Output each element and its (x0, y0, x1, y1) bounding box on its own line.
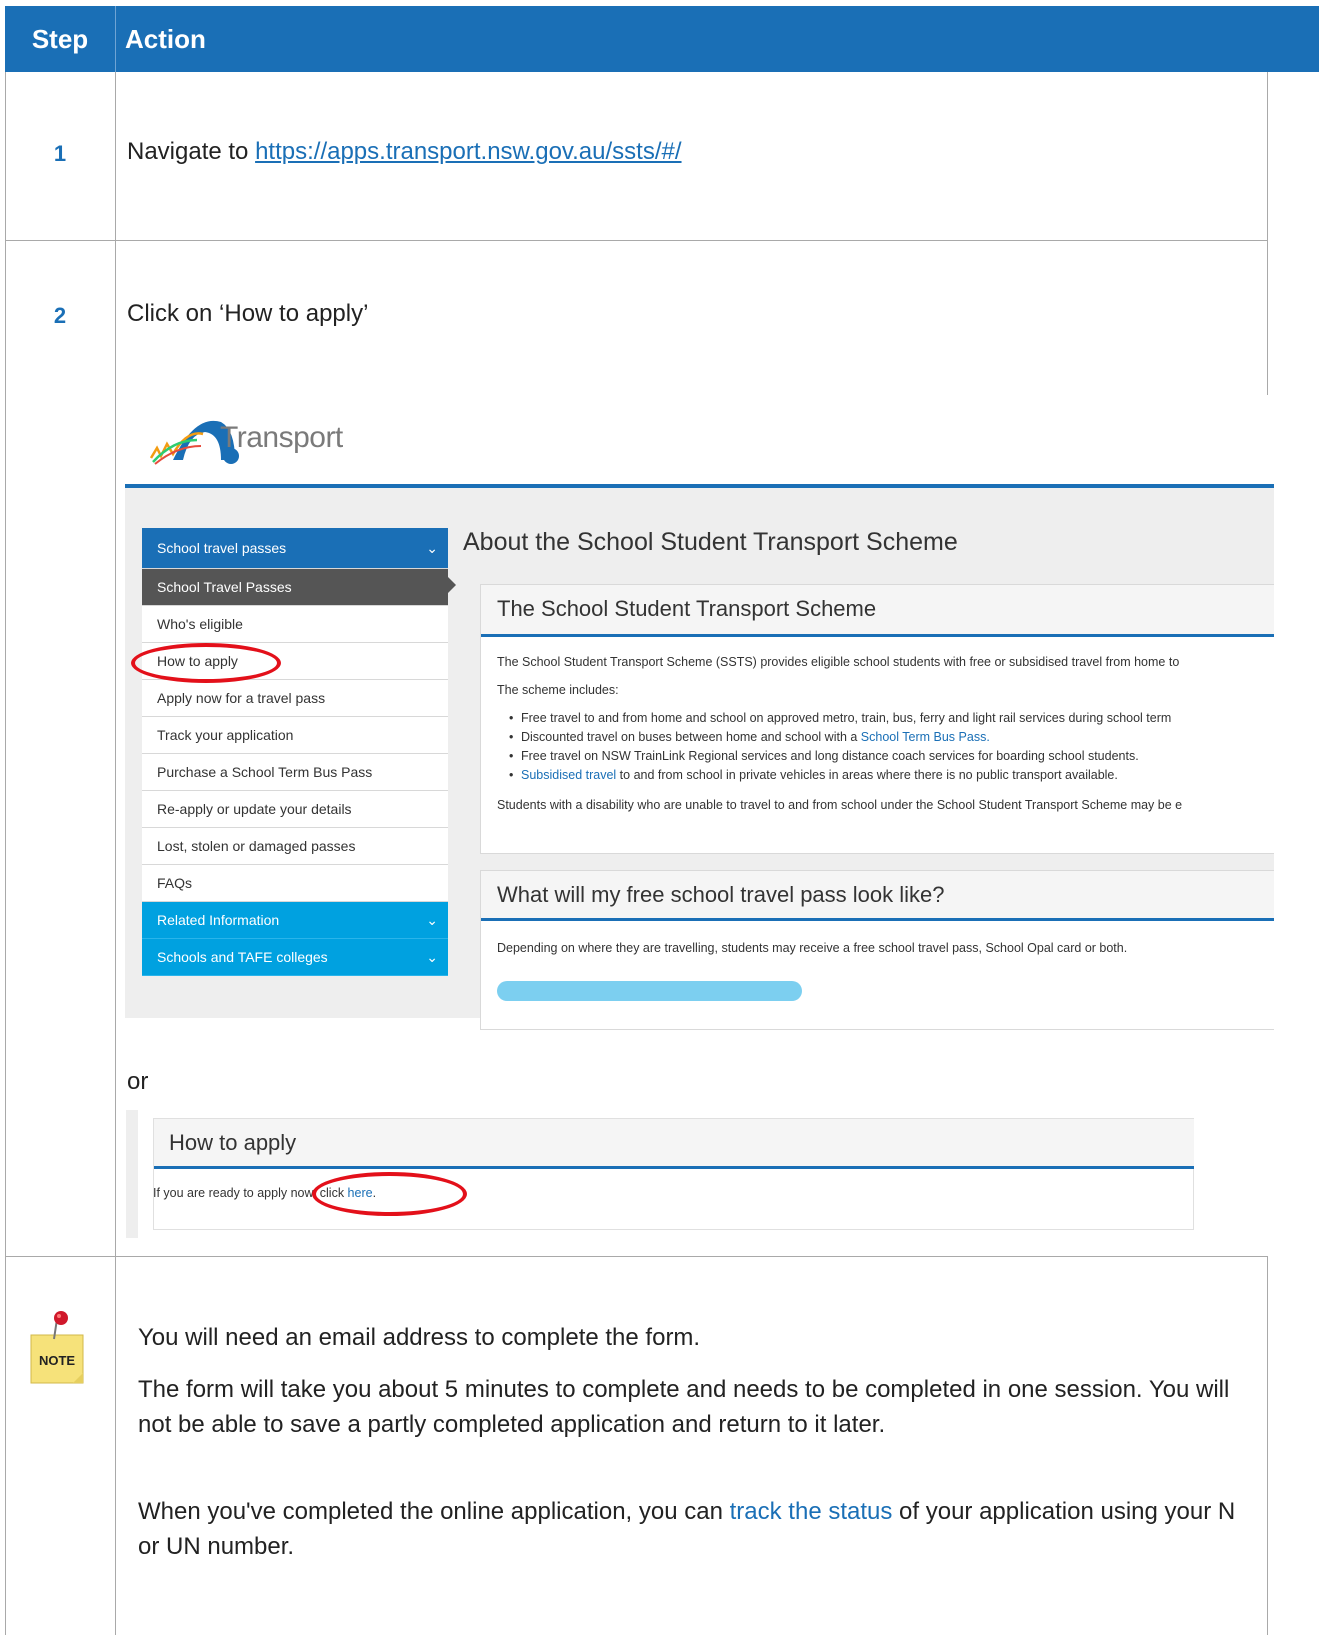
table-right-border-lower (1267, 1256, 1268, 1635)
sidebar-item-schools-tafe[interactable]: Schools and TAFE colleges ⌄ (142, 939, 448, 976)
sidebar-item-reapply[interactable]: Re-apply or update your details (142, 791, 448, 828)
sidebar-item-lost-passes[interactable]: Lost, stolen or damaged passes (142, 828, 448, 865)
note-paragraph-2: The form will take you about 5 minutes t… (138, 1376, 1230, 1438)
sidebar-label: Purchase a School Term Bus Pass (157, 764, 373, 780)
left-gutter (126, 1110, 138, 1238)
sidebar-item-school-travel-passes[interactable]: School Travel Passes (142, 569, 456, 606)
step-1-label: Navigate to (127, 138, 256, 165)
sidebar-label: FAQs (157, 875, 193, 891)
step-number-1: 1 (53, 141, 67, 166)
active-arrow-icon (448, 577, 456, 593)
header-step: Step (31, 24, 89, 54)
pass-look-card: What will my free school travel pass loo… (480, 870, 1274, 1030)
or-text: or (127, 1068, 149, 1095)
chevron-down-icon: ⌄ (426, 540, 438, 556)
highlight-ellipse (312, 1172, 467, 1216)
step-1-text: Navigate to https://apps.transport.nsw.g… (127, 138, 682, 166)
sidebar-label: School travel passes (157, 540, 287, 556)
school-term-bus-pass-link[interactable]: School Term Bus Pass. (861, 730, 990, 744)
note-paragraph-3: When you've completed the online applica… (138, 1494, 1258, 1564)
sidebar-item-purchase-bus-pass[interactable]: Purchase a School Term Bus Pass (142, 754, 448, 791)
sidebar-label: School Travel Passes (157, 579, 292, 595)
track-status-link[interactable]: track the status (730, 1498, 893, 1525)
page-title: About the School Student Transport Schem… (463, 528, 958, 556)
note-paragraph-1: You will need an email address to comple… (138, 1324, 701, 1351)
sidebar-label: Lost, stolen or damaged passes (157, 838, 356, 854)
sidebar-item-apply-now[interactable]: Apply now for a travel pass (142, 680, 448, 717)
how-to-apply-heading: How to apply (154, 1119, 1194, 1169)
table-header: Step Action (5, 6, 1319, 72)
note-p3-pre: When you've completed the online applica… (138, 1498, 730, 1525)
step-number-2: 2 (53, 303, 67, 328)
card-intro: The School Student Transport Scheme (SST… (497, 655, 1180, 669)
header-action: Action (125, 24, 206, 54)
sidebar-item-faqs[interactable]: FAQs (142, 865, 448, 902)
card-heading: What will my free school travel pass loo… (481, 871, 1274, 921)
list-item: Discounted travel on buses between home … (509, 730, 990, 744)
subsidised-travel-link[interactable]: Subsidised travel (521, 768, 616, 782)
row-divider (5, 1256, 1268, 1257)
how-to-apply-screenshot: How to apply If you are ready to apply n… (126, 1110, 1194, 1238)
sidebar-label: Schools and TAFE colleges (157, 949, 328, 965)
highlight-ellipse (131, 643, 281, 683)
transport-website-screenshot: Transport School travel passes ⌄ School … (125, 395, 1274, 1035)
sidebar-label: Who's eligible (157, 616, 243, 632)
ssts-url-link[interactable]: https://apps.transport.nsw.gov.au/ssts/#… (255, 138, 681, 165)
list-item: Free travel on NSW TrainLink Regional se… (509, 749, 1139, 763)
ssts-card: The School Student Transport Scheme The … (480, 584, 1274, 854)
header-divider (115, 6, 116, 72)
sidebar-label: Re-apply or update your details (157, 801, 352, 817)
list-item: Free travel to and from home and school … (509, 711, 1171, 725)
logo-text: Transport (220, 421, 343, 454)
row-divider (5, 240, 1268, 241)
table-divider (115, 72, 116, 1635)
chevron-down-icon: ⌄ (426, 949, 438, 965)
sidebar-label: Related Information (157, 912, 280, 928)
card-text: Depending on where they are travelling, … (497, 941, 1128, 955)
note-pin-icon: NOTE (27, 1309, 89, 1389)
list-item-text: to and from school in private vehicles i… (616, 768, 1118, 782)
card-heading: The School Student Transport Scheme (481, 585, 1274, 637)
sidebar-label: Apply now for a travel pass (157, 690, 326, 706)
cut-off-button[interactable] (497, 981, 802, 1001)
note-icon-label: NOTE (39, 1353, 75, 1368)
list-item: Subsidised travel to and from school in … (509, 768, 1118, 782)
sidebar-item-whos-eligible[interactable]: Who's eligible (142, 606, 448, 643)
sidebar-label: Track your application (157, 727, 294, 743)
table-right-border (1267, 72, 1268, 397)
step-2-text: Click on ‘How to apply’ (127, 300, 369, 327)
card-includes: The scheme includes: (497, 683, 619, 697)
list-item-text: Discounted travel on buses between home … (521, 730, 861, 744)
sidebar-item-track-application[interactable]: Track your application (142, 717, 448, 754)
card-disability: Students with a disability who are unabl… (497, 798, 1183, 812)
sidebar-item-school-travel-passes-header[interactable]: School travel passes ⌄ (142, 528, 448, 569)
how-to-apply-card: How to apply (153, 1118, 1194, 1230)
note-pin-graphic: NOTE (30, 1311, 84, 1384)
sidebar-item-related-information[interactable]: Related Information ⌄ (142, 902, 448, 939)
chevron-down-icon: ⌄ (426, 912, 438, 928)
table-left-border (5, 6, 6, 1635)
